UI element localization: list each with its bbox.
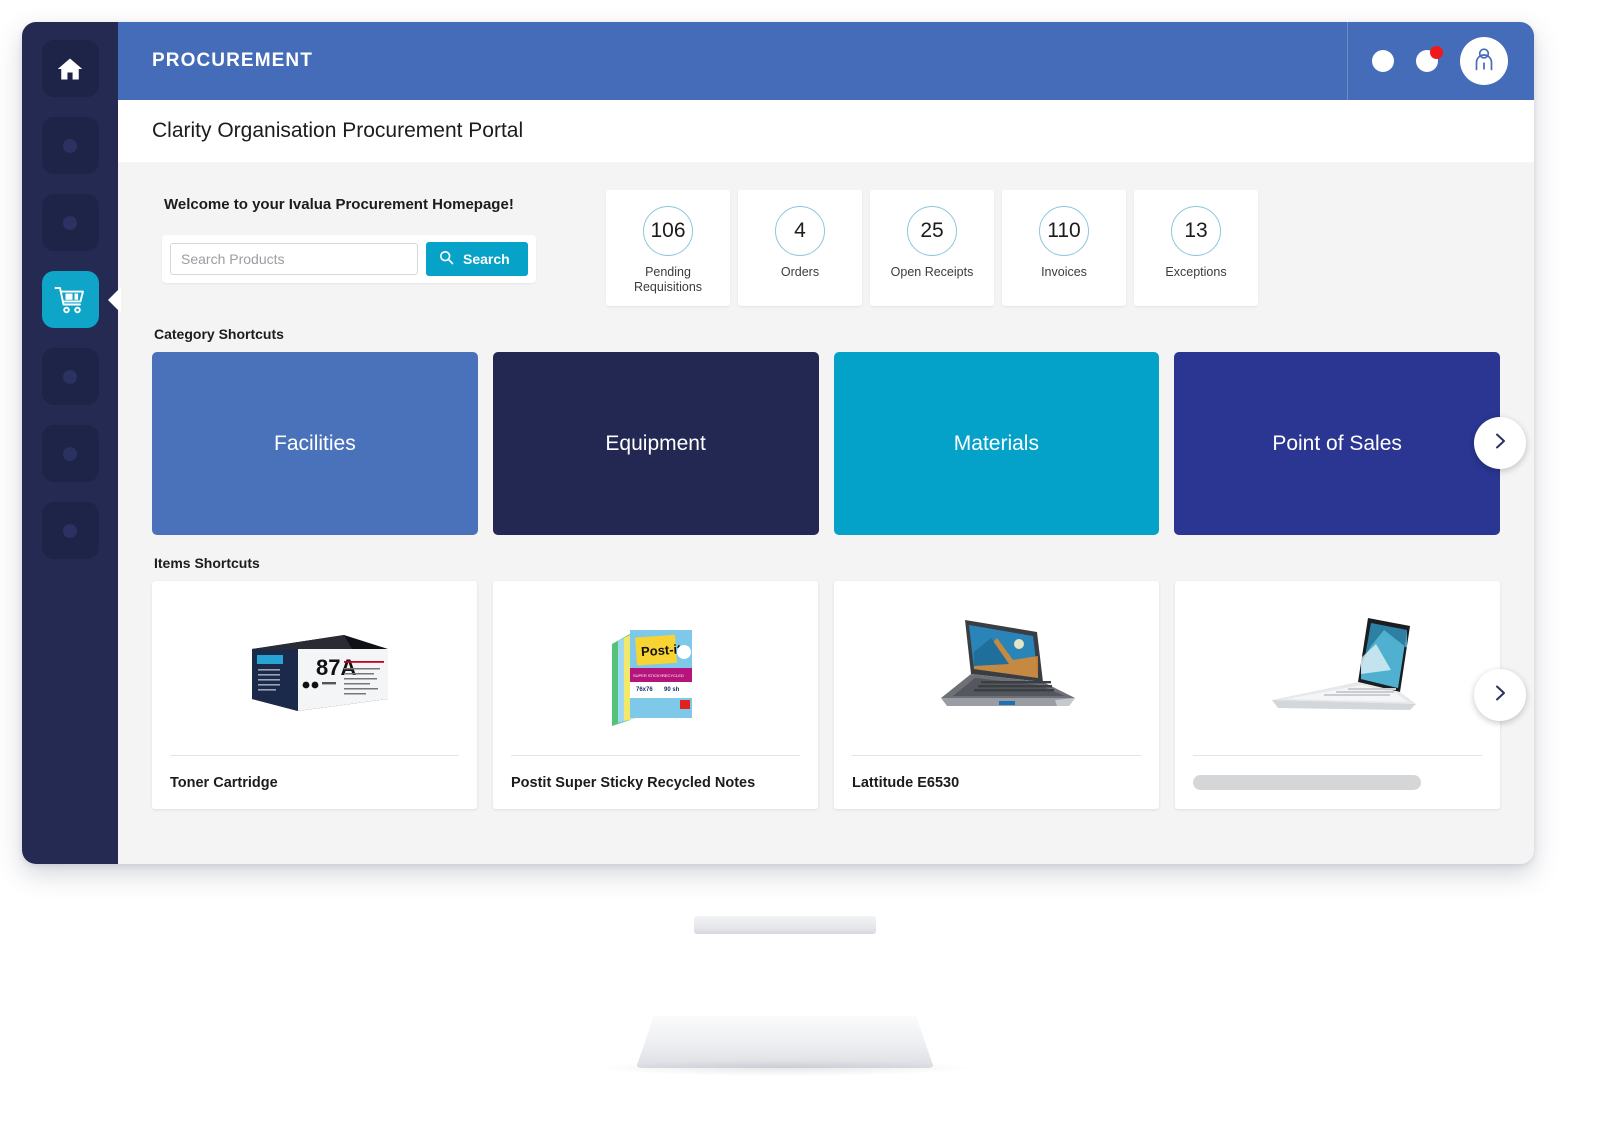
sidebar-item-5[interactable]: [41, 348, 99, 405]
item-image-xps-laptop: [1175, 581, 1500, 755]
sidebar-item-3[interactable]: [41, 194, 99, 251]
monitor-stand-neck: [694, 916, 876, 934]
kpi-cards: 106 Pending Requisitions 4 Orders 25 Ope…: [606, 186, 1258, 306]
items-shortcuts-row: 87A Toner Cartridge Post-it SUPER STICKY…: [152, 581, 1526, 809]
category-tile-label: Facilities: [274, 431, 356, 455]
kpi-label: Open Receipts: [890, 265, 974, 279]
kpi-label: Pending Requisitions: [633, 265, 703, 295]
svg-text:90 sh: 90 sh: [664, 687, 680, 693]
kpi-label: Invoices: [1041, 265, 1087, 279]
cart-icon: [53, 285, 87, 315]
items-shortcuts-title: Items Shortcuts: [154, 555, 260, 571]
notification-icon[interactable]: [1416, 46, 1443, 72]
item-image-postit-notes: Post-it SUPER STICKY RECYCLED 76x76 90 sh: [493, 581, 818, 755]
kpi-card-orders[interactable]: 4 Orders: [738, 190, 862, 306]
search-bar: Search: [162, 235, 536, 283]
dot-icon: [63, 523, 77, 538]
svg-text:RECYCLED: RECYCLED: [662, 673, 684, 678]
monitor-stand-shadow: [600, 1060, 970, 1076]
item-name: Lattitude E6530: [852, 774, 960, 791]
kpi-value: 4: [775, 206, 825, 256]
category-tile-label: Materials: [953, 431, 1039, 455]
home-icon: [55, 55, 85, 83]
sidebar-item-7[interactable]: [41, 502, 99, 559]
kpi-label: Orders: [780, 265, 820, 279]
item-card-postit-notes[interactable]: Post-it SUPER STICKY RECYCLED 76x76 90 sh: [493, 581, 818, 809]
user-avatar[interactable]: [1460, 37, 1508, 85]
device-screen: PROCUREMENT Clarity Organisation Procure…: [22, 22, 1534, 864]
item-footer: [1193, 755, 1482, 809]
search-input[interactable]: [170, 243, 418, 275]
page-title: Clarity Organisation Procurement Portal: [152, 119, 524, 142]
item-footer: Lattitude E6530: [852, 755, 1141, 809]
svg-text:SUPER STICKY: SUPER STICKY: [633, 673, 663, 678]
item-image-dell-latitude-laptop: [834, 581, 1159, 755]
item-card-loading[interactable]: [1175, 581, 1500, 809]
svg-text:76x76: 76x76: [636, 687, 653, 693]
header-actions: [1347, 22, 1534, 100]
items-carousel-next-button[interactable]: [1474, 669, 1526, 721]
kpi-card-exceptions[interactable]: 13 Exceptions: [1134, 190, 1258, 306]
item-name-loading-placeholder: [1193, 775, 1421, 790]
main-content: Welcome to your Ivalua Procurement Homep…: [118, 162, 1534, 864]
kpi-card-open-receipts[interactable]: 25 Open Receipts: [870, 190, 994, 306]
sidebar-item-6[interactable]: [41, 425, 99, 482]
category-tile-point-of-sales[interactable]: Point of Sales: [1174, 352, 1500, 535]
sidebar-item-home[interactable]: [41, 40, 99, 97]
kpi-value: 110: [1039, 206, 1089, 256]
item-footer: Toner Cartridge: [170, 755, 459, 809]
kpi-card-pending-requisitions[interactable]: 106 Pending Requisitions: [606, 190, 730, 306]
welcome-search-kpi-row: Welcome to your Ivalua Procurement Homep…: [152, 186, 1500, 306]
item-card-lattitude-e6530[interactable]: Lattitude E6530: [834, 581, 1159, 809]
app-screen: PROCUREMENT Clarity Organisation Procure…: [118, 22, 1534, 864]
dot-icon: [63, 446, 77, 461]
screenshot-stage: PROCUREMENT Clarity Organisation Procure…: [0, 0, 1600, 1124]
sidebar-item-shopping-cart[interactable]: [41, 271, 99, 328]
item-footer: Postit Super Sticky Recycled Notes: [511, 755, 800, 809]
dot-icon: [63, 138, 77, 153]
category-tile-label: Point of Sales: [1272, 431, 1402, 455]
category-carousel-next-button[interactable]: [1474, 417, 1526, 469]
dot-icon: [63, 369, 77, 384]
notification-badge: [1430, 46, 1443, 59]
category-tile-materials[interactable]: Materials: [833, 352, 1160, 535]
item-name: Postit Super Sticky Recycled Notes: [511, 774, 756, 791]
item-image-toner-cartridge: 87A: [152, 581, 477, 755]
kpi-label: Exceptions: [1165, 265, 1227, 279]
category-tile-equipment[interactable]: Equipment: [492, 352, 819, 535]
category-tile-label: Equipment: [605, 431, 706, 455]
kpi-card-invoices[interactable]: 110 Invoices: [1002, 190, 1126, 306]
user-avatar-icon: [1469, 44, 1499, 79]
page-title-bar: Clarity Organisation Procurement Portal: [118, 100, 1534, 162]
chevron-right-icon: [1490, 683, 1510, 708]
sidebar-item-2[interactable]: [41, 117, 99, 174]
category-shortcuts-row: Facilities Equipment Materials Point of …: [152, 352, 1526, 535]
welcome-heading: Welcome to your Ivalua Procurement Homep…: [164, 196, 514, 213]
welcome-column: Welcome to your Ivalua Procurement Homep…: [152, 186, 572, 283]
search-button-label: Search: [463, 251, 510, 267]
kpi-value: 13: [1171, 206, 1221, 256]
category-shortcuts-title: Category Shortcuts: [154, 326, 284, 342]
dot-icon: [63, 215, 77, 230]
item-card-toner-cartridge[interactable]: 87A Toner Cartridge: [152, 581, 477, 809]
item-name: Toner Cartridge: [170, 774, 278, 791]
search-icon: [439, 250, 454, 268]
chevron-right-icon: [1490, 431, 1510, 456]
left-sidebar: [22, 22, 118, 864]
help-icon[interactable]: [1372, 50, 1394, 72]
category-tile-facilities[interactable]: Facilities: [152, 352, 478, 535]
kpi-value: 106: [643, 206, 693, 256]
svg-text:87A: 87A: [316, 655, 356, 680]
search-button[interactable]: Search: [426, 242, 528, 276]
svg-text:Post-it: Post-it: [640, 641, 682, 659]
app-title: PROCUREMENT: [152, 50, 313, 71]
app-header: PROCUREMENT: [118, 22, 1534, 100]
kpi-value: 25: [907, 206, 957, 256]
